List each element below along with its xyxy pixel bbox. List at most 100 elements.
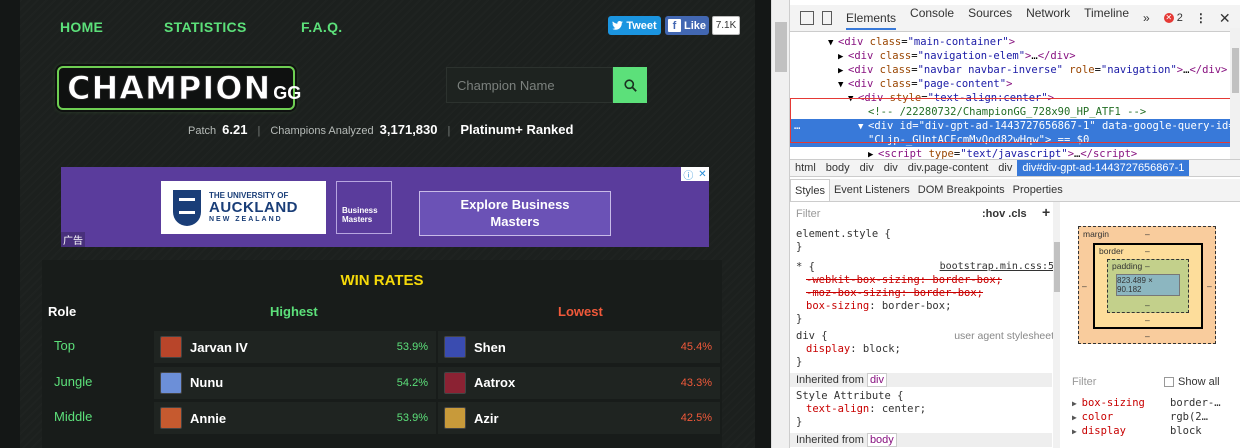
prop-value: : center; — [869, 403, 927, 415]
search-button[interactable] — [613, 67, 647, 103]
scrollbar-thumb[interactable] — [1232, 48, 1239, 93]
tab-timeline[interactable]: Timeline — [1084, 6, 1129, 30]
margin-box[interactable]: margin – – – – border – – padding – – 82… — [1078, 226, 1216, 344]
close-devtools-icon[interactable]: ✕ — [1219, 10, 1231, 27]
computed-filter-input[interactable]: Filter — [1072, 376, 1096, 388]
champion-search-input[interactable]: Champion Name — [446, 67, 613, 103]
element-style-rule[interactable]: element.style { — [796, 228, 891, 241]
stylesheet-link[interactable]: bootstrap.min.css:5 — [940, 261, 1054, 272]
tab-sources[interactable]: Sources — [968, 6, 1012, 30]
logo-suffix: GG — [273, 82, 302, 103]
border-box[interactable]: border – – padding – – 823.489 × 90.182 — [1093, 243, 1203, 329]
highest-cell[interactable]: Nunu 54.2% — [154, 366, 436, 399]
prop-name: box-sizing — [806, 300, 870, 312]
table-row: Middle Annie 53.9% Azir 42.5% — [42, 400, 722, 434]
dom-node[interactable]: ▶ <div class="navigation-elem">…</div> — [790, 49, 1230, 63]
facebook-like-button[interactable]: f Like — [665, 16, 709, 35]
champion-portrait-icon — [160, 371, 182, 394]
styles-scrollbar[interactable] — [1053, 202, 1060, 448]
subtab-dom-breakpoints[interactable]: DOM Breakpoints — [914, 184, 1009, 196]
computed-property[interactable]: ▶ color rgb(2… — [1072, 410, 1232, 424]
ua-stylesheet-label: user agent stylesheet — [954, 330, 1054, 342]
stats-separator: | — [257, 125, 261, 137]
subtab-event-listeners[interactable]: Event Listeners — [830, 184, 914, 196]
menu-dots-icon[interactable]: ⋮ — [1195, 11, 1207, 25]
nav-statistics[interactable]: STATISTICS — [164, 19, 247, 35]
webkit-box-sizing-prop[interactable]: -webkit-box-sizing: border-box; — [806, 274, 1002, 287]
box-sizing-prop[interactable]: box-sizing: border-box; — [806, 300, 951, 313]
margin-right-value: – — [1207, 281, 1212, 291]
breadcrumb-item[interactable]: body — [821, 162, 855, 174]
inherited-tag[interactable]: body — [866, 433, 897, 447]
dom-node[interactable]: ▼ <div class="main-container"> — [790, 35, 1230, 49]
new-rule-icon[interactable]: + — [1042, 204, 1050, 220]
breadcrumb-item[interactable]: div — [855, 162, 879, 174]
champion-name[interactable]: Aatrox — [474, 375, 681, 390]
padding-label: padding — [1112, 261, 1143, 271]
inherited-tag[interactable]: div — [866, 373, 887, 387]
tab-console[interactable]: Console — [910, 6, 954, 30]
breadcrumb-item[interactable]: div — [993, 162, 1017, 174]
more-tabs-icon[interactable]: » — [1143, 11, 1150, 25]
ad-cta-button[interactable]: Explore Business Masters — [419, 191, 611, 236]
device-toolbar-icon[interactable] — [822, 11, 832, 25]
computed-property[interactable]: ▶ box-sizing border-… — [1072, 396, 1232, 410]
advertisement-banner[interactable]: THE UNIVERSITY OF AUCKLAND NEW ZEALAND B… — [61, 167, 709, 247]
lowest-cell[interactable]: Aatrox 43.3% — [438, 366, 720, 399]
dom-node[interactable]: ▼ <div class="page-content"> — [790, 77, 1230, 91]
subtab-styles[interactable]: Styles — [790, 179, 830, 201]
prop-name: text-align — [806, 403, 870, 415]
champion-name[interactable]: Nunu — [190, 375, 397, 390]
champion-name[interactable]: Azir — [474, 411, 681, 426]
tab-elements[interactable]: Elements — [846, 6, 897, 30]
rule-close: } — [796, 416, 803, 428]
role-label: Top — [54, 338, 75, 353]
breadcrumb-item[interactable]: html — [790, 162, 821, 174]
like-count: 7.1K — [712, 16, 740, 35]
styles-filter-input[interactable]: Filter — [796, 208, 820, 220]
text-align-prop[interactable]: text-align: center; — [806, 403, 926, 416]
role-label: Middle — [54, 409, 93, 424]
website-viewport: HOME STATISTICS F.A.Q. Tweet f Like 7.1K… — [0, 0, 771, 448]
computed-prop-name: display — [1081, 425, 1126, 437]
tab-network[interactable]: Network — [1026, 6, 1070, 30]
dom-node[interactable]: ▶ <script type="text/javascript">…</scrip… — [790, 147, 1230, 159]
inspect-element-icon[interactable] — [800, 11, 814, 25]
lowest-cell[interactable]: Shen 45.4% — [438, 331, 720, 363]
error-badge[interactable]: ✕ 2 — [1163, 12, 1183, 24]
champion-name[interactable]: Shen — [474, 340, 681, 355]
content-box[interactable]: 823.489 × 90.182 — [1116, 274, 1180, 296]
analyzed-value: 3,171,830 — [379, 122, 438, 137]
lowest-cell[interactable]: Azir 42.5% — [438, 402, 720, 434]
champion-name[interactable]: Annie — [190, 411, 397, 426]
styles-subtabs: Styles Event Listeners DOM Breakpoints Prop… — [790, 179, 1240, 202]
hov-cls-toggle[interactable]: :hov .cls — [982, 208, 1027, 220]
scrollbar-thumb[interactable] — [1054, 242, 1060, 292]
padding-box[interactable]: padding – – 823.489 × 90.182 — [1107, 259, 1189, 313]
nav-faq[interactable]: F.A.Q. — [301, 19, 342, 35]
breadcrumb-item-selected[interactable]: div#div-gpt-ad-1443727656867-1 — [1017, 160, 1190, 176]
div-rule: div { — [796, 330, 828, 342]
subtab-properties[interactable]: Properties — [1009, 184, 1067, 196]
champion-name[interactable]: Jarvan IV — [190, 340, 397, 355]
tweet-button[interactable]: Tweet — [608, 16, 661, 35]
breadcrumb-item[interactable]: div.page-content — [903, 162, 994, 174]
cta-line1: Explore Business — [460, 197, 570, 213]
breadcrumb: html body div div div.page-content div div#div… — [790, 159, 1240, 177]
breadcrumb-item[interactable]: div — [879, 162, 903, 174]
dom-node[interactable]: ▶ <div class="navbar navbar-inverse" role… — [790, 63, 1230, 77]
display-prop[interactable]: display: block; — [806, 343, 901, 356]
scrollbar-thumb[interactable] — [775, 22, 787, 72]
dom-scrollbar[interactable] — [1230, 28, 1240, 159]
championgg-logo[interactable]: CHAMPION GG — [57, 66, 301, 110]
moz-box-sizing-prop[interactable]: -moz-box-sizing: border-box; — [806, 287, 983, 300]
highest-cell[interactable]: Annie 53.9% — [154, 402, 436, 434]
show-all-checkbox[interactable]: Show all — [1164, 376, 1220, 388]
computed-property[interactable]: ▶ display block — [1072, 424, 1232, 438]
error-icon: ✕ — [1163, 13, 1174, 23]
table-row: Jungle Nunu 54.2% Aatrox 43.3% — [42, 365, 722, 399]
nav-home[interactable]: HOME — [60, 19, 103, 35]
highest-cell[interactable]: Jarvan IV 53.9% — [154, 331, 436, 363]
adchoices-icon[interactable]: ⓘ ✕ — [681, 167, 709, 182]
page-scrollbar[interactable] — [771, 0, 789, 448]
